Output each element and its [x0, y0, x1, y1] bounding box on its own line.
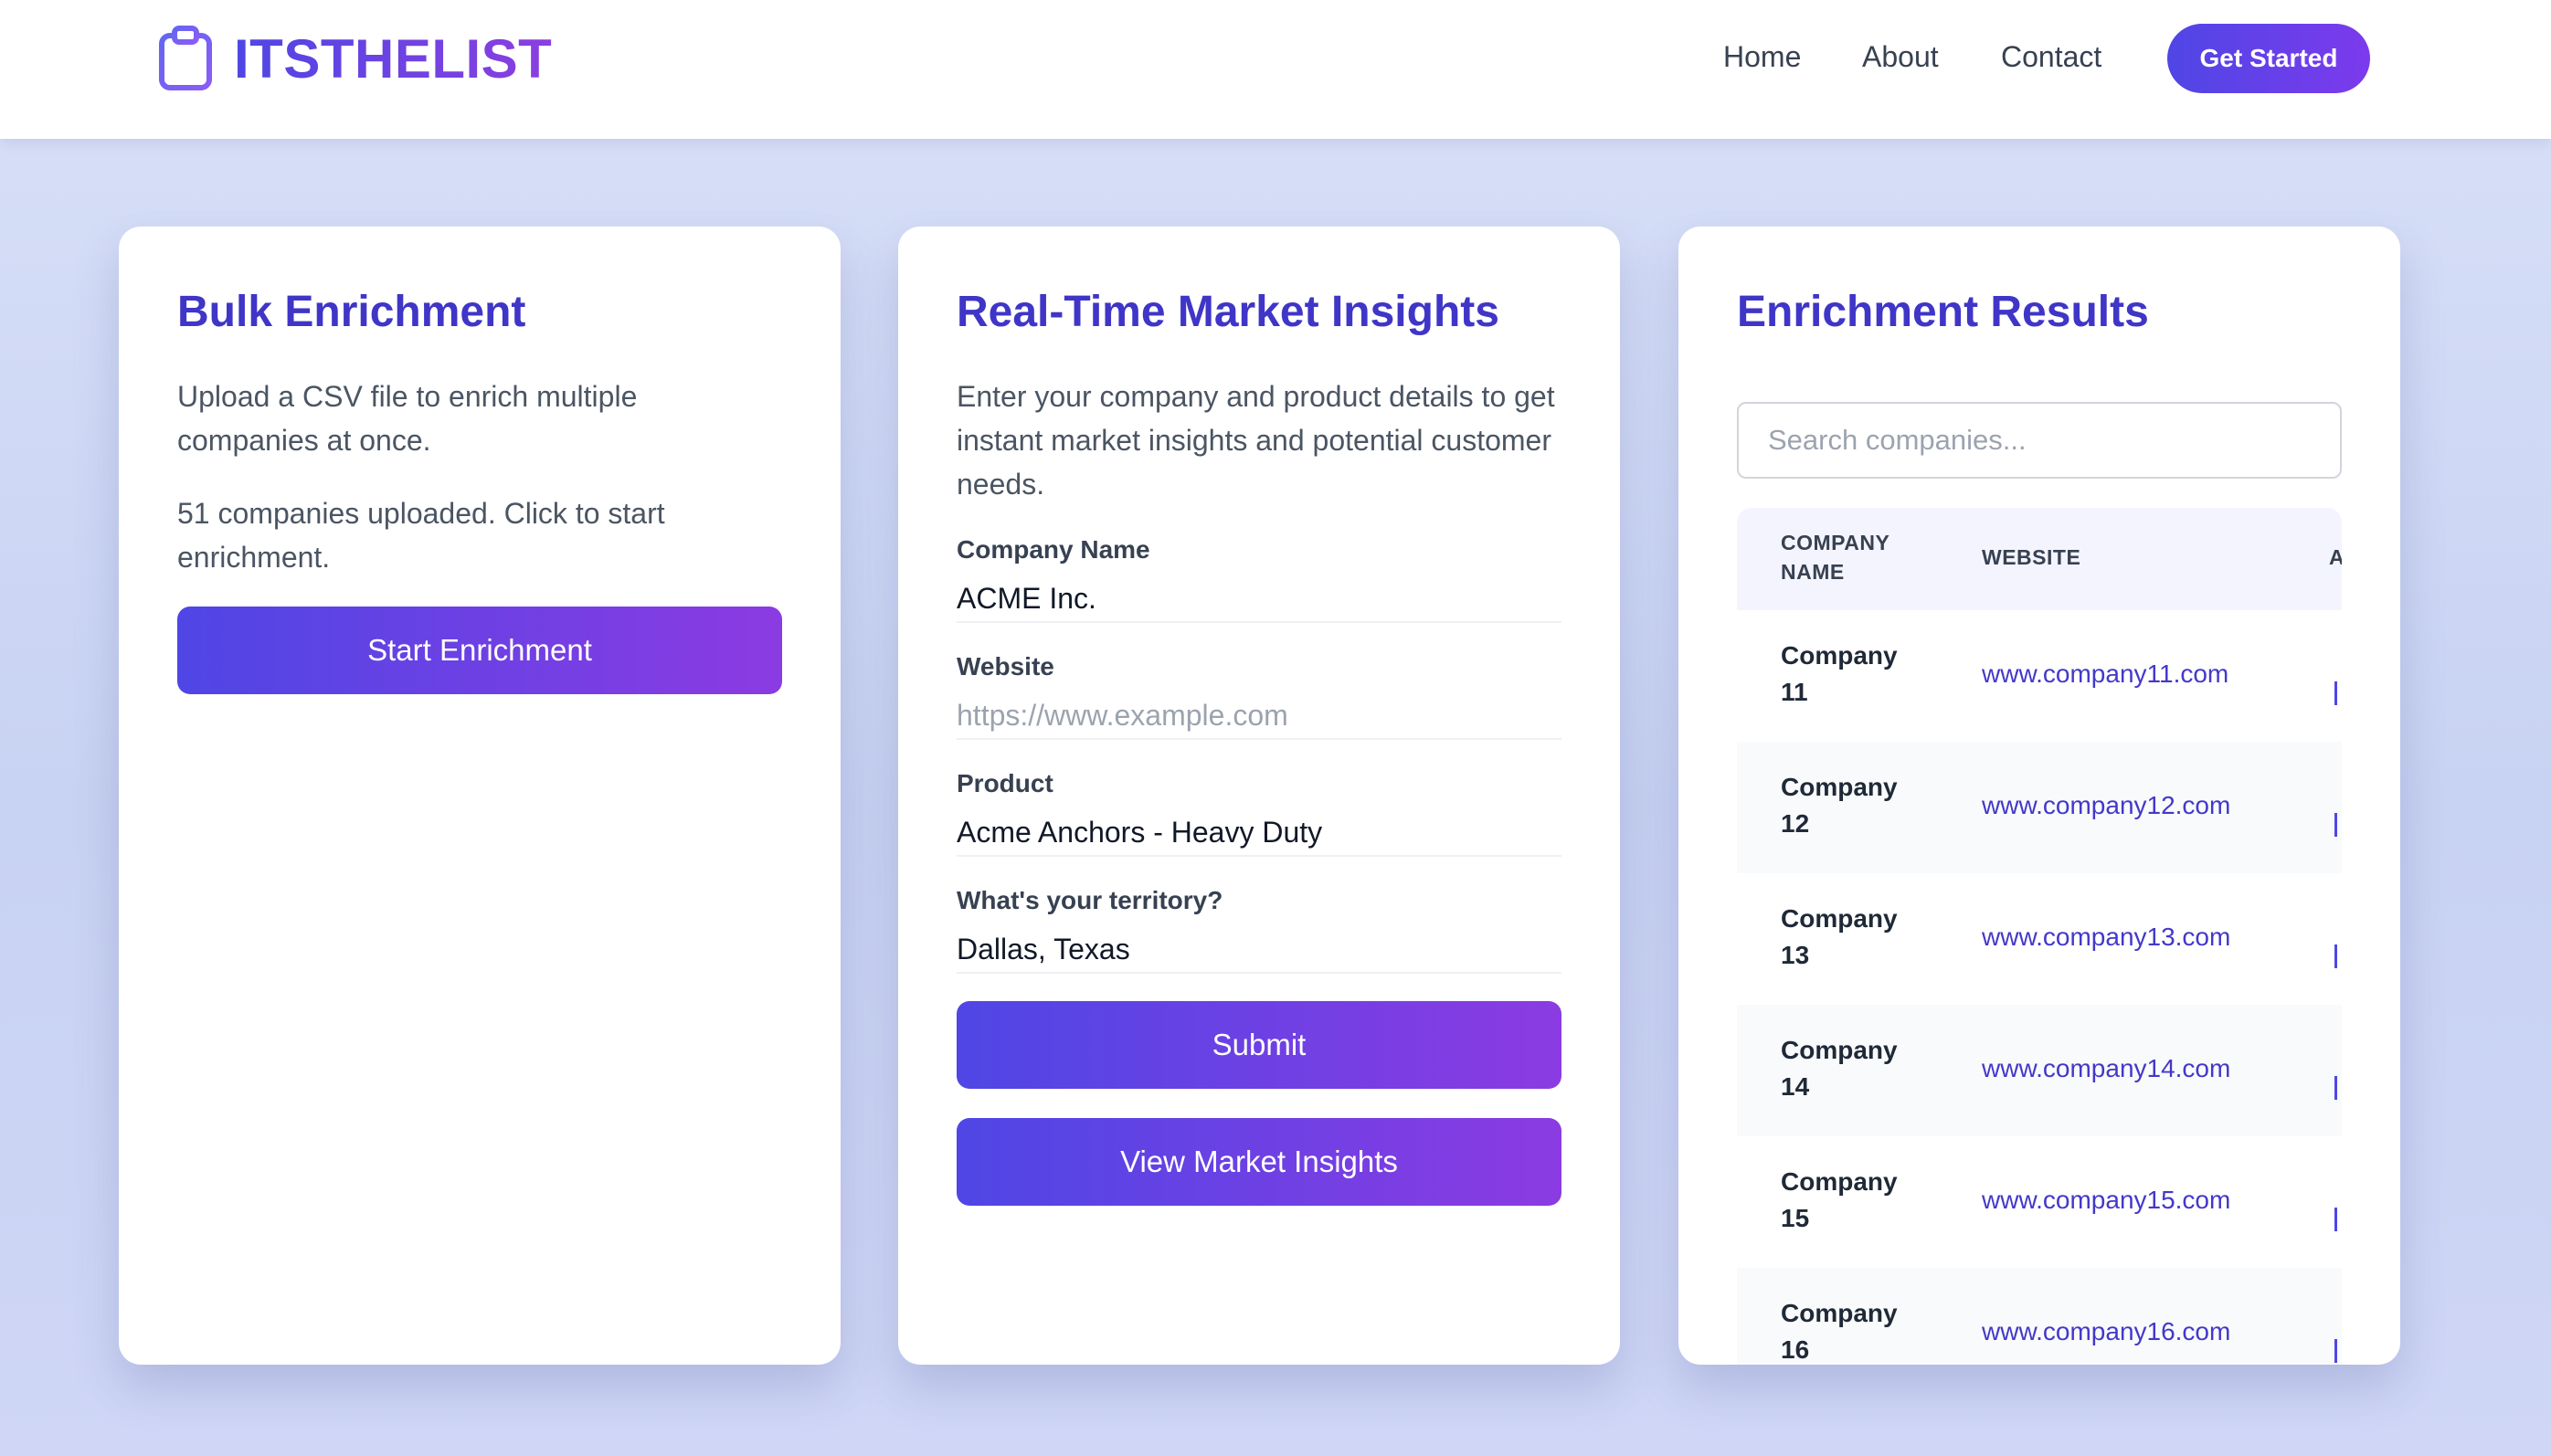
company-name-label: Company Name: [957, 535, 1150, 564]
upload-status-text: 51 companies uploaded. Click to start en…: [177, 497, 665, 574]
company-name-cell: Company 15: [1781, 1167, 1898, 1232]
website-link[interactable]: www.company11.com: [1982, 659, 2228, 689]
table-row[interactable]: Company 15 www.company15.com: [1737, 1136, 2342, 1268]
brand-logo[interactable]: ITSTHELIST: [157, 26, 552, 91]
clipboard-icon: [157, 26, 214, 91]
market-insights-description: Enter your company and product details t…: [957, 380, 1555, 501]
top-navbar: ITSTHELIST Home About Contact Get Starte…: [0, 0, 2551, 139]
product-input[interactable]: [957, 809, 1561, 857]
view-market-insights-button[interactable]: View Market Insights: [957, 1118, 1561, 1206]
truncated-cell[interactable]: [2334, 681, 2337, 705]
bulk-enrichment-card: Bulk Enrichment Upload a CSV file to enr…: [119, 227, 841, 1365]
table-row[interactable]: Company 14 www.company14.com: [1737, 1005, 2342, 1136]
nav-link-about[interactable]: About: [1862, 40, 1939, 74]
submit-button[interactable]: Submit: [957, 1001, 1561, 1089]
truncated-cell[interactable]: [2334, 1339, 2337, 1363]
enrichment-results-title: Enrichment Results: [1737, 288, 2149, 336]
product-label: Product: [957, 769, 1053, 797]
start-enrichment-button[interactable]: Start Enrichment: [177, 607, 782, 694]
enrichment-results-card: Enrichment Results Company Name Website …: [1678, 227, 2400, 1365]
company-name-cell: Company 12: [1781, 773, 1898, 838]
bulk-enrichment-title: Bulk Enrichment: [177, 288, 526, 336]
market-insights-title: Real-Time Market Insights: [957, 288, 1499, 336]
company-name-cell: Company 14: [1781, 1036, 1898, 1101]
website-link[interactable]: www.company14.com: [1982, 1054, 2230, 1083]
company-name-cell: Company 16: [1781, 1299, 1898, 1364]
market-insights-card: Real-Time Market Insights Enter your com…: [898, 227, 1620, 1365]
website-link[interactable]: www.company16.com: [1982, 1317, 2230, 1346]
column-header-website[interactable]: Website: [1982, 543, 2080, 572]
search-companies-input[interactable]: [1737, 402, 2342, 479]
territory-input[interactable]: [957, 926, 1561, 974]
territory-label: What's your territory?: [957, 886, 1223, 914]
results-table: Company Name Website A Company 11 www.co…: [1737, 508, 2342, 1365]
website-link[interactable]: www.company12.com: [1982, 791, 2230, 820]
truncated-cell[interactable]: [2334, 813, 2337, 837]
nav-link-home[interactable]: Home: [1723, 40, 1801, 74]
table-row[interactable]: Company 11 www.company11.com: [1737, 610, 2342, 742]
company-name-input[interactable]: [957, 575, 1561, 623]
website-input[interactable]: [957, 692, 1561, 740]
get-started-button[interactable]: Get Started: [2167, 24, 2370, 93]
company-name-cell: Company 11: [1781, 641, 1898, 706]
table-row[interactable]: Company 16 www.company16.com: [1737, 1268, 2342, 1365]
column-header-truncated[interactable]: A: [2329, 543, 2342, 572]
table-row[interactable]: Company 13 www.company13.com: [1737, 873, 2342, 1005]
truncated-cell[interactable]: [2334, 1208, 2337, 1231]
brand-name: ITSTHELIST: [234, 27, 553, 90]
truncated-cell[interactable]: [2334, 1076, 2337, 1100]
website-label: Website: [957, 652, 1054, 681]
table-row[interactable]: Company 12 www.company12.com: [1737, 742, 2342, 873]
bulk-enrichment-description: Upload a CSV file to enrich multiple com…: [177, 380, 638, 457]
column-header-company-name[interactable]: Company Name: [1781, 528, 1909, 586]
website-link[interactable]: www.company15.com: [1982, 1186, 2230, 1215]
table-header: Company Name Website A: [1737, 508, 2342, 610]
truncated-cell[interactable]: [2334, 944, 2337, 968]
nav-link-contact[interactable]: Contact: [2001, 40, 2101, 74]
company-name-cell: Company 13: [1781, 904, 1898, 969]
website-link[interactable]: www.company13.com: [1982, 923, 2230, 952]
